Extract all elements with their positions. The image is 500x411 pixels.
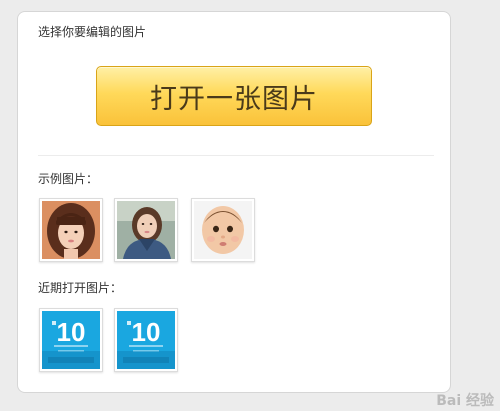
svg-text:10: 10 bbox=[132, 317, 161, 347]
svg-text:10: 10 bbox=[57, 317, 86, 347]
page-title: 选择你要编辑的图片 bbox=[38, 25, 147, 39]
example-thumbnail-2[interactable] bbox=[114, 198, 178, 262]
baby-photo-image bbox=[194, 201, 252, 259]
woman-denim-image bbox=[117, 201, 175, 259]
divider bbox=[38, 155, 434, 156]
windows-10-image: 10 bbox=[42, 311, 100, 369]
example-thumbnail-1[interactable] bbox=[39, 198, 103, 262]
open-image-button[interactable]: 打开一张图片 bbox=[96, 66, 372, 126]
recent-label: 近期打开图片： bbox=[38, 281, 123, 295]
woman-portrait-image bbox=[42, 201, 100, 259]
recent-thumbnail-2[interactable]: 10 bbox=[114, 308, 178, 372]
baidu-jingyan-watermark: Bai 经验 bbox=[436, 393, 494, 409]
image-picker-panel: 选择你要编辑的图片 打开一张图片 示例图片： 近期打开图片： 10 10 bbox=[17, 11, 451, 393]
examples-label: 示例图片： bbox=[38, 172, 99, 186]
windows-10-image: 10 bbox=[117, 311, 175, 369]
recent-thumbnail-1[interactable]: 10 bbox=[39, 308, 103, 372]
example-thumbnail-3[interactable] bbox=[191, 198, 255, 262]
